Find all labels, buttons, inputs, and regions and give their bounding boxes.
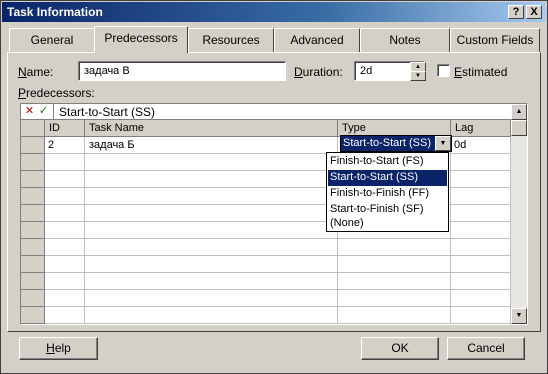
duration-spin-down[interactable]: ▼	[410, 71, 426, 81]
grid-corner-header	[21, 120, 45, 137]
type-option-finish-to-start[interactable]: Finish-to-Start (FS)	[328, 154, 447, 170]
panel-content: Name: задача В Duration: 2d ▲ ▼ Estimate…	[1, 1, 548, 374]
grid-row-line	[45, 255, 510, 256]
row-header[interactable]	[21, 290, 45, 307]
column-header-id[interactable]: ID	[45, 120, 85, 137]
edit-bar-separator	[53, 104, 54, 120]
row-header[interactable]	[21, 239, 45, 256]
grid-column-line	[450, 137, 451, 324]
row-header[interactable]	[21, 273, 45, 290]
row-header[interactable]	[21, 222, 45, 239]
grid-edit-bar: ✕ ✓ Start-to-Start (SS)	[21, 104, 511, 120]
row-header[interactable]	[21, 154, 45, 171]
accept-entry-icon[interactable]: ✓	[37, 105, 50, 118]
type-dropdown-list: Finish-to-Start (FS) Start-to-Start (SS)…	[326, 152, 449, 232]
type-dropdown-button[interactable]: ▼	[435, 136, 451, 151]
column-header-lag[interactable]: Lag	[451, 120, 511, 137]
cell-id[interactable]: 2	[48, 139, 54, 151]
type-option-start-to-start[interactable]: Start-to-Start (SS)	[328, 170, 447, 186]
row-header[interactable]	[21, 256, 45, 273]
grid-row-line	[45, 238, 510, 239]
duration-label: Duration:	[294, 65, 343, 79]
column-header-task-name[interactable]: Task Name	[85, 120, 338, 137]
scroll-thumb[interactable]	[511, 120, 527, 136]
row-header[interactable]	[21, 188, 45, 205]
grid-edit-value[interactable]: Start-to-Start (SS)	[59, 105, 155, 119]
estimated-label: Estimated	[454, 65, 508, 79]
grid-row-line	[45, 289, 510, 290]
type-option-none[interactable]: (None)	[328, 216, 447, 232]
estimated-checkbox[interactable]	[437, 64, 450, 77]
row-header[interactable]	[21, 205, 45, 222]
grid-row-line	[45, 323, 510, 324]
task-information-dialog: Task Information ? X General Predecessor…	[0, 0, 548, 374]
grid-row-line	[45, 272, 510, 273]
predecessors-label: Predecessors:	[18, 86, 95, 100]
cell-task-name[interactable]: задача Б	[89, 139, 135, 151]
scroll-up-button[interactable]: ▲	[511, 104, 527, 120]
row-header[interactable]	[21, 171, 45, 188]
name-label: Name:	[18, 65, 54, 79]
cancel-entry-icon[interactable]: ✕	[23, 105, 36, 118]
cell-lag[interactable]: 0d	[454, 139, 466, 151]
row-header[interactable]	[21, 307, 45, 324]
grid-vertical-scrollbar[interactable]: ▲ ▼	[511, 104, 527, 324]
scroll-down-button[interactable]: ▼	[511, 308, 527, 324]
name-input[interactable]: задача В	[78, 61, 286, 81]
type-option-finish-to-finish[interactable]: Finish-to-Finish (FF)	[328, 186, 447, 202]
grid-row-line	[45, 306, 510, 307]
row-header[interactable]	[21, 137, 45, 154]
grid-column-line	[84, 137, 85, 324]
